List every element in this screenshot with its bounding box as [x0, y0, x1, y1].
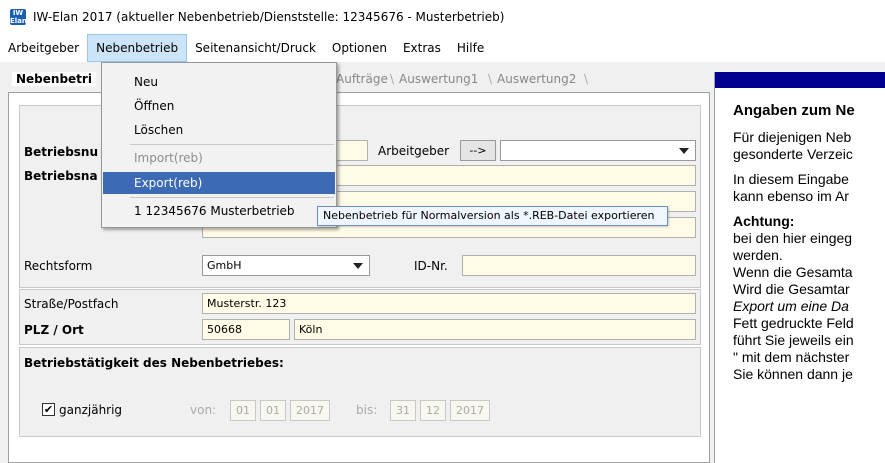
menu-seitenansicht-druck[interactable]: Seitenansicht/Druck	[187, 34, 324, 62]
von-label: von:	[190, 403, 217, 417]
plz-field[interactable]: 50668	[202, 319, 290, 340]
ganzjaehrig-checkbox[interactable]: ✔	[42, 403, 55, 416]
rechtsform-label: Rechtsform	[24, 259, 93, 273]
help-header-bar	[715, 72, 885, 88]
tab-separator: \	[584, 72, 589, 86]
von-year-field[interactable]: 2017	[290, 400, 330, 421]
chevron-down-icon	[353, 263, 363, 269]
menu-item-export-reb[interactable]: Export(reb)	[103, 172, 335, 194]
help-text-line: Wird die Gesamtar	[733, 281, 850, 297]
menu-separator	[130, 197, 334, 198]
tab-auswertung2[interactable]: Auswertung2	[497, 72, 576, 86]
help-text-line: Fett gedruckte Feld	[733, 315, 854, 331]
menu-item-oeffnen[interactable]: Öffnen	[103, 95, 335, 117]
help-paragraph: Für diejenigen Neb gesonderte Verzeic	[733, 129, 885, 163]
menu-hilfe[interactable]: Hilfe	[449, 34, 492, 62]
von-month-field[interactable]: 01	[260, 400, 286, 421]
help-text-line: kann ebenso im Ar	[733, 188, 849, 204]
help-warning-heading: Achtung:	[733, 213, 795, 229]
bis-label: bis:	[356, 403, 378, 417]
tab-auswertung1[interactable]: Auswertung1	[399, 72, 478, 86]
rechtsform-value: GmbH	[207, 259, 242, 272]
help-panel: Angaben zum Ne Für diejenigen Neb gesond…	[714, 72, 885, 463]
strasse-label: Straße/Postfach	[24, 297, 119, 311]
checkmark-icon: ✔	[43, 403, 54, 416]
bis-day-field[interactable]: 31	[390, 400, 416, 421]
rechtsform-select[interactable]: GmbH	[202, 255, 370, 276]
arbeitgeber-select[interactable]	[500, 140, 696, 161]
menu-item-neu[interactable]: Neu	[103, 71, 335, 93]
ort-field[interactable]: Köln	[294, 319, 696, 340]
menu-separator	[130, 144, 334, 145]
betriebsnummer-label: Betriebsnu	[24, 145, 99, 159]
plz-ort-label: PLZ / Ort	[24, 323, 84, 337]
menu-extras[interactable]: Extras	[395, 34, 449, 62]
help-text-line: Wenn die Gesamta	[733, 264, 853, 280]
window-title: IW-Elan 2017 (aktueller Nebenbetrieb/Die…	[33, 10, 505, 24]
tab-separator: \	[390, 72, 395, 86]
help-text-line: In diesem Eingabe	[733, 171, 849, 187]
betriebstaetigkeit-title: Betriebstätigkeit des Nebenbetriebes:	[24, 356, 284, 370]
help-text-line: führt Sie jeweils ein	[733, 332, 854, 348]
chevron-down-icon	[679, 148, 689, 154]
help-text-line: bei den hier eingeg	[733, 230, 853, 246]
tab-nebenbetrieb[interactable]: Nebenbetri	[12, 72, 96, 86]
tab-separator: \	[488, 72, 493, 86]
idnr-field[interactable]	[462, 255, 696, 276]
help-text-line: Export um eine Da	[733, 298, 849, 314]
help-text-line: Für diejenigen Neb	[733, 129, 852, 145]
von-day-field[interactable]: 01	[230, 400, 256, 421]
help-text-line: gesonderte Verzeic	[733, 146, 853, 162]
arbeitgeber-label: Arbeitgeber	[378, 144, 450, 158]
activity-group: Betriebstätigkeit des Nebenbetriebes: ✔ …	[19, 347, 701, 437]
strasse-field[interactable]: Musterstr. 123	[202, 293, 696, 314]
help-title: Angaben zum Ne	[733, 102, 855, 119]
betriebsname-label: Betriebsna	[24, 169, 98, 183]
menu-nebenbetrieb[interactable]: Nebenbetrieb	[87, 34, 188, 62]
tab-auftraege[interactable]: Aufträge	[336, 72, 388, 86]
bis-year-field[interactable]: 2017	[450, 400, 490, 421]
idnr-label: ID-Nr.	[414, 259, 448, 273]
arbeitgeber-arrow-button[interactable]: -->	[460, 140, 496, 161]
menu-item-import-reb[interactable]: Import(reb)	[103, 147, 335, 169]
menu-item-loeschen[interactable]: Löschen	[103, 119, 335, 141]
title-bar: IW Elan IW-Elan 2017 (aktueller Nebenbetr…	[0, 0, 885, 34]
menu-bar: Arbeitgeber Nebenbetrieb Seitenansicht/D…	[0, 34, 885, 62]
nebenbetrieb-dropdown-menu: Neu Öffnen Löschen Import(reb) Export(re…	[101, 62, 337, 228]
help-text-line: werden.	[733, 247, 783, 263]
address-group: Straße/Postfach Musterstr. 123 PLZ / Ort…	[19, 289, 701, 345]
menu-arbeitgeber[interactable]: Arbeitgeber	[0, 34, 87, 62]
help-text-line: Sie können dann je	[733, 366, 853, 382]
menu-item-recent-file[interactable]: 1 12345676 Musterbetrieb	[103, 200, 335, 222]
help-text-line: " mit dem nächster	[733, 349, 850, 365]
bis-month-field[interactable]: 12	[420, 400, 446, 421]
menu-optionen[interactable]: Optionen	[324, 34, 395, 62]
export-tooltip: Nebenbetrieb für Normalversion als *.REB…	[317, 206, 668, 226]
app-icon: IW Elan	[10, 9, 27, 25]
ganzjaehrig-label: ganzjährig	[59, 403, 123, 417]
help-paragraph: Achtung: bei den hier eingeg werden. Wen…	[733, 213, 885, 383]
help-paragraph: In diesem Eingabe kann ebenso im Ar	[733, 171, 885, 205]
